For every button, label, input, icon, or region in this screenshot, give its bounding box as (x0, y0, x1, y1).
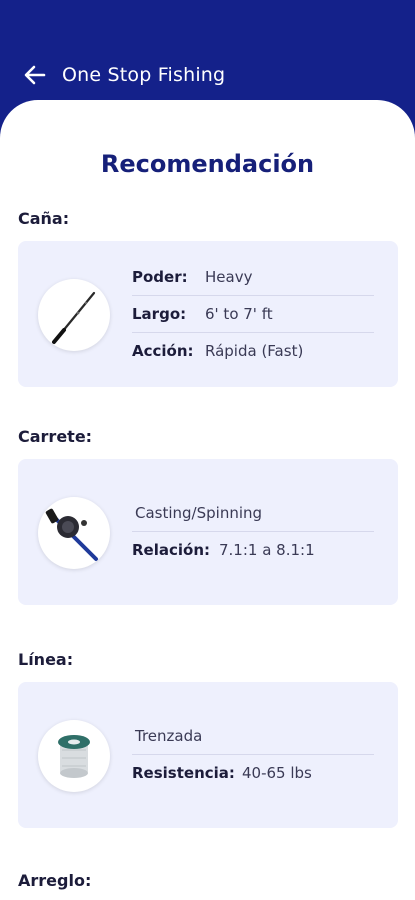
reel-type-value: Casting/Spinning (135, 504, 263, 522)
spec-key: Relación: (132, 541, 211, 559)
reel-type: Casting/Spinning (132, 495, 374, 532)
spec-key: Resistencia: (132, 764, 235, 782)
fishing-rod-icon (38, 279, 110, 351)
back-button[interactable] (22, 62, 48, 88)
app-title: One Stop Fishing (62, 64, 226, 86)
spec-row-relacion: Relación: 7.1:1 a 8.1:1 (132, 532, 374, 569)
spec-row-resistencia: Resistencia: 40-65 lbs (132, 755, 374, 792)
spec-key: Largo: (132, 305, 187, 323)
card-carrete: Casting/Spinning Relación: 7.1:1 a 8.1:1 (18, 459, 398, 605)
line-type: Trenzada (132, 718, 374, 755)
line-type-value: Trenzada (135, 727, 203, 745)
section-label-carrete: Carrete: (18, 427, 93, 446)
card-cana: Poder: Heavy Largo: 6' to 7' ft Acción: … (18, 241, 398, 387)
spec-value: Rápida (Fast) (205, 342, 304, 360)
spec-row-accion: Acción: Rápida (Fast) (132, 333, 374, 370)
card-linea: Trenzada Resistencia: 40-65 lbs (18, 682, 398, 828)
spec-row-poder: Poder: Heavy (132, 259, 374, 296)
spec-row-largo: Largo: 6' to 7' ft (132, 296, 374, 333)
spec-key: Acción: (132, 342, 194, 360)
arrow-left-icon (24, 65, 46, 85)
spec-value: 40-65 lbs (242, 764, 312, 782)
section-label-cana: Caña: (18, 209, 70, 228)
fishing-reel-icon (38, 497, 110, 569)
section-label-arreglo: Arreglo: (18, 871, 92, 890)
line-spool-icon (38, 720, 110, 792)
spec-key: Poder: (132, 268, 188, 286)
spec-value: 6' to 7' ft (205, 305, 273, 323)
section-label-linea: Línea: (18, 650, 74, 669)
page-title: Recomendación (100, 150, 315, 178)
spec-value: Heavy (205, 268, 253, 286)
spec-value: 7.1:1 a 8.1:1 (219, 541, 315, 559)
